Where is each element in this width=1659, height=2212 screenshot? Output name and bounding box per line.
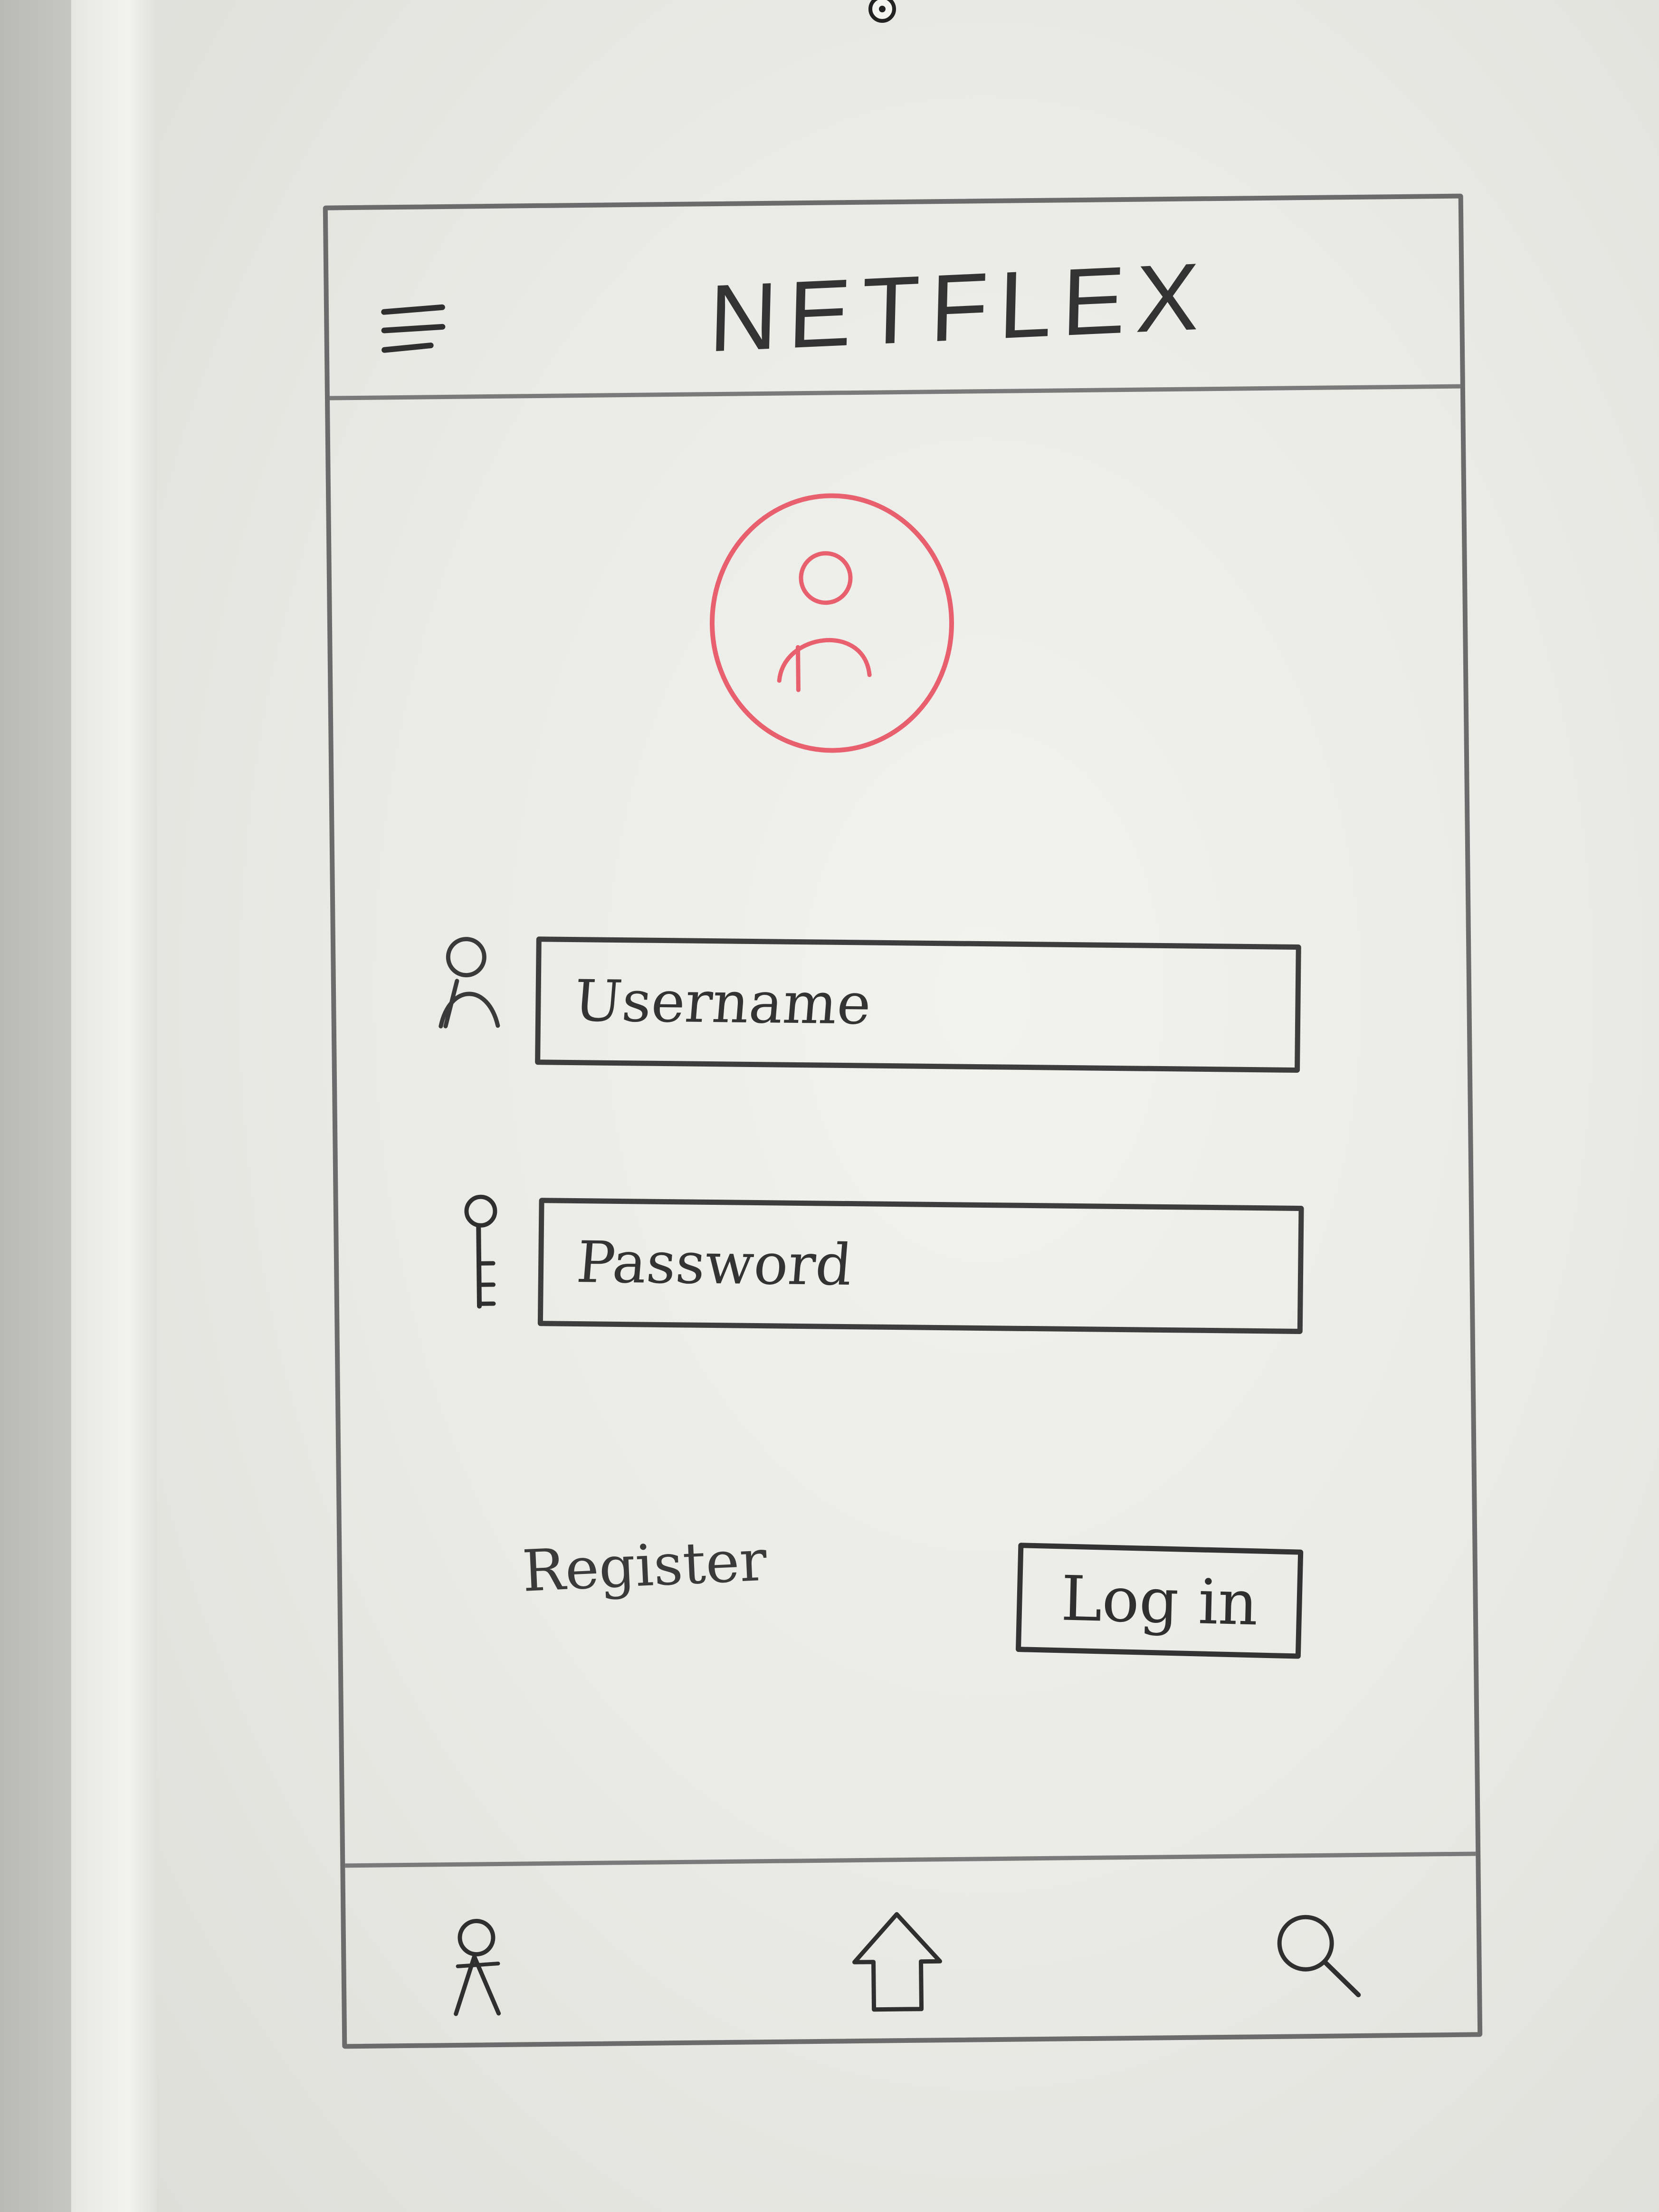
- username-field[interactable]: Username: [535, 936, 1301, 1073]
- username-row: Username: [430, 921, 1382, 1102]
- nav-profile-user-icon[interactable]: [426, 1908, 532, 2023]
- user-avatar-icon: [710, 493, 954, 753]
- app-title: NETFLEX: [707, 243, 1211, 372]
- bottom-nav: [345, 1851, 1478, 2044]
- phone-screen: NETFLEX Username Password Register Log i…: [323, 193, 1483, 2049]
- nav-home-icon[interactable]: [844, 1904, 950, 2019]
- register-link[interactable]: Register: [521, 1521, 810, 1629]
- password-placeholder: Password: [574, 1230, 855, 1299]
- nav-search-icon[interactable]: [1262, 1900, 1368, 2015]
- username-placeholder: Username: [571, 968, 874, 1038]
- hamburger-menu-icon[interactable]: [381, 297, 453, 369]
- user-icon: [439, 937, 500, 1029]
- password-row: Password: [433, 1182, 1385, 1363]
- key-icon: [464, 1194, 497, 1309]
- login-button[interactable]: Log in: [1015, 1543, 1304, 1659]
- password-field[interactable]: Password: [537, 1198, 1304, 1335]
- app-header: NETFLEX: [327, 198, 1460, 400]
